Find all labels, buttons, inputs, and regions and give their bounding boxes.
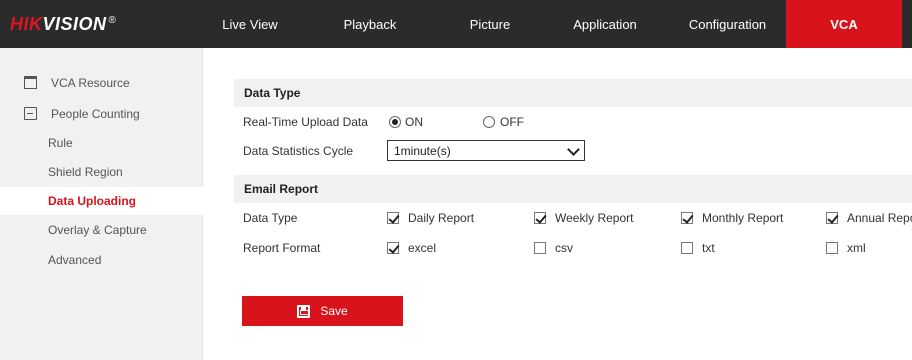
sidebar-item-overlay-capture[interactable]: Overlay & Capture: [0, 216, 203, 244]
section-title: Data Type: [244, 86, 301, 100]
section-header-data-type: Data Type: [234, 79, 912, 107]
sidebar-item-rule[interactable]: Rule: [0, 129, 203, 157]
sidebar-item-people-counting[interactable]: People Counting: [0, 100, 203, 128]
daily-report-checkbox[interactable]: [387, 212, 399, 224]
nav-vca[interactable]: VCA: [786, 0, 902, 48]
realtime-on-radio[interactable]: [389, 116, 401, 128]
save-disk-icon: [297, 304, 311, 318]
annual-report-label: Annual Repo: [847, 211, 912, 225]
txt-format-checkbox[interactable]: [681, 242, 693, 254]
sidebar-item-label: VCA Resource: [51, 76, 130, 90]
logo-text-red: HIK: [10, 13, 43, 34]
nav-picture[interactable]: Picture: [455, 0, 525, 48]
statistics-cycle-label: Data Statistics Cycle: [243, 144, 354, 158]
sidebar: VCA Resource People Counting Rule Shield…: [0, 48, 203, 360]
sidebar-item-label: Data Uploading: [48, 194, 137, 208]
realtime-off-label: OFF: [500, 115, 524, 129]
xml-format-checkbox[interactable]: [826, 242, 838, 254]
sidebar-item-shield-region[interactable]: Shield Region: [0, 158, 203, 186]
sidebar-item-vca-resource[interactable]: VCA Resource: [0, 69, 203, 97]
weekly-report-label: Weekly Report: [555, 211, 634, 225]
statistics-cycle-value: 1minute(s): [394, 143, 451, 158]
sidebar-item-data-uploading[interactable]: Data Uploading: [0, 187, 203, 215]
sidebar-item-advanced[interactable]: Advanced: [0, 246, 203, 274]
nav-playback[interactable]: Playback: [330, 0, 410, 48]
xml-format-label: xml: [847, 241, 866, 255]
nav-live-view[interactable]: Live View: [220, 0, 280, 48]
monthly-report-label: Monthly Report: [702, 211, 784, 225]
sidebar-item-label: Shield Region: [48, 165, 123, 179]
save-button-label: Save: [320, 304, 348, 318]
sidebar-item-label: Overlay & Capture: [48, 223, 147, 237]
realtime-off-radio[interactable]: [483, 116, 495, 128]
monthly-report-checkbox[interactable]: [681, 212, 693, 224]
weekly-report-checkbox[interactable]: [534, 212, 546, 224]
csv-format-label: csv: [555, 241, 573, 255]
sidebar-item-label: Rule: [48, 136, 73, 150]
statistics-cycle-select[interactable]: 1minute(s): [387, 140, 585, 161]
realtime-upload-label: Real-Time Upload Data: [243, 115, 368, 129]
excel-format-checkbox[interactable]: [387, 242, 399, 254]
section-header-email-report: Email Report: [234, 175, 912, 203]
chevron-down-icon: [567, 143, 580, 156]
hikvision-logo: HIK VISION ®: [0, 0, 203, 48]
nav-configuration[interactable]: Configuration: [675, 0, 780, 48]
report-format-label: Report Format: [243, 241, 321, 255]
chart-icon: [24, 107, 37, 120]
daily-report-label: Daily Report: [408, 211, 475, 225]
sidebar-item-label: People Counting: [51, 107, 140, 121]
save-button[interactable]: Save: [242, 296, 403, 326]
excel-format-label: excel: [408, 241, 437, 255]
csv-format-checkbox[interactable]: [534, 242, 546, 254]
window-icon: [24, 76, 37, 89]
txt-format-label: txt: [702, 241, 715, 255]
section-title: Email Report: [244, 182, 319, 196]
sidebar-item-label: Advanced: [48, 253, 102, 267]
email-data-type-label: Data Type: [243, 211, 298, 225]
annual-report-checkbox[interactable]: [826, 212, 838, 224]
realtime-on-label: ON: [405, 115, 423, 129]
nav-application[interactable]: Application: [560, 0, 650, 48]
logo-text-white: VISION: [42, 13, 107, 34]
logo-registered-mark: ®: [108, 14, 116, 26]
